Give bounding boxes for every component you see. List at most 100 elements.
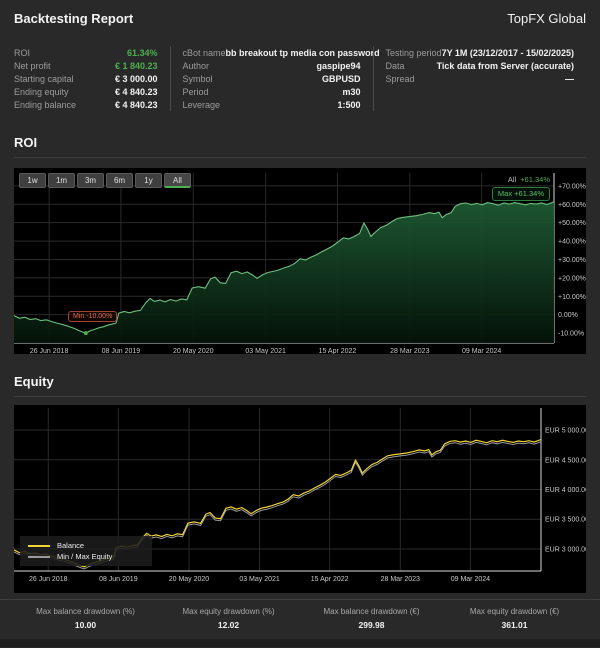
stat-row: Data Tick data from Server (accurate) bbox=[386, 59, 574, 72]
svg-text:28 Mar 2023: 28 Mar 2023 bbox=[381, 576, 420, 583]
legend-item[interactable]: Balance bbox=[28, 540, 144, 551]
legend-label: Min / Max Equity bbox=[57, 552, 113, 561]
equity-chart: EUR 5 000.00 EUR 4 500.00 EUR 4 000.00 EUR … bbox=[14, 405, 586, 593]
stat-value: 1:500 bbox=[337, 99, 361, 110]
drawdown-label: Max balance drawdown (%) bbox=[36, 607, 135, 616]
svg-text:+40.00%: +40.00% bbox=[558, 239, 586, 246]
svg-text:28 Mar 2023: 28 Mar 2023 bbox=[390, 348, 429, 354]
stat-label: Symbol bbox=[182, 73, 213, 84]
drawdown-label: Max balance drawdown (€) bbox=[323, 607, 420, 616]
range-button-6m[interactable]: 6m bbox=[106, 173, 133, 188]
roi-section-title: ROI bbox=[14, 135, 586, 158]
stat-label: Net profit bbox=[14, 60, 51, 71]
stat-row: Ending equity € 4 840.23 bbox=[14, 85, 158, 98]
stat-row: Starting capital € 3 000.00 bbox=[14, 72, 158, 85]
stat-row: Author gaspipe94 bbox=[183, 59, 361, 72]
legend-swatch bbox=[28, 555, 50, 558]
stat-value: Tick data from Server (accurate) bbox=[436, 60, 574, 71]
equity-legend: Balance Min / Max Equity bbox=[20, 536, 152, 566]
svg-text:-10.00%: -10.00% bbox=[558, 331, 584, 338]
drawdown-value: 10.00 bbox=[74, 620, 97, 630]
stat-value: m30 bbox=[342, 86, 361, 97]
svg-text:26 Jun 2018: 26 Jun 2018 bbox=[30, 348, 69, 354]
drawdown-stat: Max equity drawdown (€) 361.01 bbox=[443, 607, 586, 630]
stat-label: Period bbox=[182, 86, 209, 97]
stat-value: € 4 840.23 bbox=[114, 86, 158, 97]
svg-text:+10.00%: +10.00% bbox=[558, 294, 586, 301]
bottom-band bbox=[0, 639, 600, 647]
stat-label: Spread bbox=[385, 73, 415, 84]
stat-label: Testing period bbox=[385, 47, 442, 58]
drawdown-stat: Max balance drawdown (%) 10.00 bbox=[14, 607, 157, 630]
svg-text:09 Mar 2024: 09 Mar 2024 bbox=[451, 576, 490, 583]
roi-all-label: All bbox=[507, 175, 517, 184]
stat-row: cBot name bb breakout tp media con passwo… bbox=[182, 46, 380, 59]
drawdown-value: 12.02 bbox=[217, 620, 240, 630]
drawdown-stats: Max balance drawdown (%) 10.00 Max equity … bbox=[0, 599, 600, 635]
drawdown-value: 361.01 bbox=[501, 620, 528, 630]
range-button-1w[interactable]: 1w bbox=[19, 173, 46, 188]
range-button-all[interactable]: All bbox=[164, 173, 191, 188]
svg-text:EUR 5 000.00: EUR 5 000.00 bbox=[545, 428, 586, 435]
svg-text:+30.00%: +30.00% bbox=[558, 257, 586, 264]
drawdown-label: Max equity drawdown (%) bbox=[182, 607, 275, 616]
svg-text:09 Mar 2024: 09 Mar 2024 bbox=[462, 348, 501, 354]
report-header: Backtesting Report TopFX Global bbox=[0, 0, 600, 36]
range-button-3m[interactable]: 3m bbox=[77, 173, 104, 188]
roi-min-badge: Min -10.00% bbox=[68, 311, 118, 322]
equity-section-title: Equity bbox=[14, 374, 586, 397]
svg-text:20 May 2020: 20 May 2020 bbox=[169, 576, 210, 583]
svg-text:+70.00%: +70.00% bbox=[558, 183, 586, 190]
stat-value: € 3 000.00 bbox=[114, 73, 158, 84]
stat-value: bb breakout tp media con password bbox=[225, 47, 380, 58]
svg-text:EUR 3 000.00: EUR 3 000.00 bbox=[545, 546, 586, 553]
stat-row: Ending balance € 4 840.23 bbox=[14, 98, 158, 111]
stat-value: gaspipe94 bbox=[316, 60, 361, 71]
stat-label: cBot name bbox=[182, 47, 226, 58]
stat-label: Ending balance bbox=[14, 99, 77, 110]
svg-text:EUR 4 000.00: EUR 4 000.00 bbox=[545, 487, 586, 494]
svg-text:15 Apr 2022: 15 Apr 2022 bbox=[311, 576, 349, 583]
roi-range-buttons: 1w 1m 3m 6m 1y All bbox=[19, 173, 191, 188]
stat-row: ROI 61.34% bbox=[14, 46, 158, 59]
page-title: Backtesting Report bbox=[14, 10, 134, 26]
svg-text:+50.00%: +50.00% bbox=[558, 220, 586, 227]
summary-stats: ROI 61.34% Net profit € 1 840.23 Starting ca… bbox=[14, 36, 586, 123]
svg-text:03 May 2021: 03 May 2021 bbox=[245, 348, 286, 354]
svg-text:15 Apr 2022: 15 Apr 2022 bbox=[319, 348, 357, 354]
stat-label: Author bbox=[182, 60, 210, 71]
legend-item[interactable]: Min / Max Equity bbox=[28, 551, 144, 562]
stat-label: Data bbox=[385, 60, 405, 71]
drawdown-value: 299.98 bbox=[358, 620, 385, 630]
stat-label: Starting capital bbox=[14, 73, 74, 84]
svg-text:08 Jun 2019: 08 Jun 2019 bbox=[99, 576, 138, 583]
stat-row: Testing period 7Y 1M (23/12/2017 - 15/02/… bbox=[386, 46, 574, 59]
roi-all-summary: All +61.34% bbox=[508, 175, 550, 184]
range-button-1m[interactable]: 1m bbox=[48, 173, 75, 188]
svg-text:+60.00%: +60.00% bbox=[558, 202, 586, 209]
stat-row: Spread — bbox=[386, 72, 574, 85]
stat-label: ROI bbox=[14, 47, 31, 58]
stat-value: GBPUSD bbox=[322, 73, 361, 84]
legend-label: Balance bbox=[57, 541, 85, 550]
stat-value: € 1 840.23 bbox=[114, 60, 158, 71]
svg-text:20 May 2020: 20 May 2020 bbox=[173, 348, 214, 354]
summary-column-testing: Testing period 7Y 1M (23/12/2017 - 15/02/… bbox=[372, 46, 586, 111]
stat-value: — bbox=[565, 73, 574, 84]
roi-chart: +70.00% +60.00% +50.00% +40.00% +30.00% +20.0… bbox=[14, 168, 586, 354]
summary-column-bot: cBot name bb breakout tp media con passwo… bbox=[169, 46, 380, 111]
svg-text:EUR 4 500.00: EUR 4 500.00 bbox=[545, 457, 586, 464]
stat-row: Leverage 1:500 bbox=[183, 98, 361, 111]
stat-value: € 4 840.23 bbox=[114, 99, 158, 110]
stat-label: Leverage bbox=[182, 99, 221, 110]
roi-all-value: +61.34% bbox=[520, 175, 550, 184]
svg-text:+20.00%: +20.00% bbox=[558, 275, 586, 282]
svg-text:EUR 3 500.00: EUR 3 500.00 bbox=[545, 517, 586, 524]
drawdown-label: Max equity drawdown (€) bbox=[469, 607, 560, 616]
summary-column-results: ROI 61.34% Net profit € 1 840.23 Starting ca… bbox=[14, 46, 170, 111]
svg-text:03 May 2021: 03 May 2021 bbox=[239, 576, 280, 583]
svg-text:26 Jun 2018: 26 Jun 2018 bbox=[29, 576, 68, 583]
range-button-1y[interactable]: 1y bbox=[135, 173, 162, 188]
drawdown-stat: Max equity drawdown (%) 12.02 bbox=[157, 607, 300, 630]
svg-text:08 Jun 2019: 08 Jun 2019 bbox=[102, 348, 141, 354]
